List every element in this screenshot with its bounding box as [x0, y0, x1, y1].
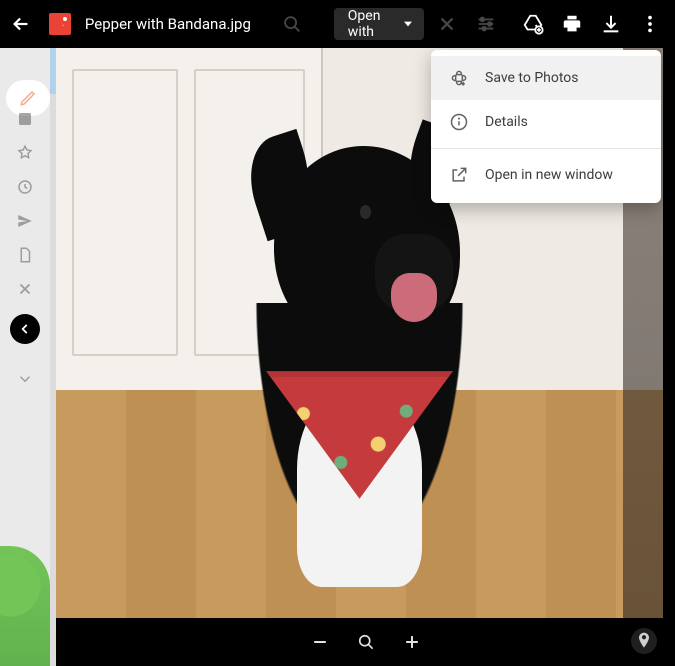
print-icon	[561, 13, 583, 35]
info-icon	[449, 112, 469, 132]
viewer-right-rail	[663, 48, 675, 618]
placeholder-icon	[16, 110, 34, 128]
collapse-sidebar-button	[10, 314, 40, 344]
file-icon	[16, 246, 34, 264]
zoom-out-button[interactable]	[303, 625, 337, 659]
download-icon	[600, 13, 622, 35]
zoom-reset-button[interactable]	[349, 625, 383, 659]
zoom-tool	[277, 5, 308, 43]
magnifier-icon	[281, 13, 303, 35]
immersive-toggle[interactable]	[631, 628, 657, 654]
clock-icon	[16, 178, 34, 196]
menu-divider	[431, 148, 661, 149]
open-with-dropdown[interactable]: Open with	[334, 8, 424, 40]
caret-down-icon	[404, 19, 412, 29]
open-with-label: Open with	[348, 8, 398, 40]
open-in-new-icon	[449, 165, 469, 185]
file-name: Pepper with Bandana.jpg	[85, 15, 251, 33]
magnifier-icon	[356, 632, 376, 652]
menu-open-new-window[interactable]: Open in new window	[431, 153, 661, 197]
menu-details[interactable]: Details	[431, 100, 661, 144]
zoom-bar	[56, 618, 675, 666]
chevron-left-icon	[18, 322, 32, 336]
tune-tool	[470, 5, 501, 43]
photos-add-icon	[449, 68, 469, 88]
more-actions-button[interactable]	[634, 5, 665, 43]
viewer-toolbar: Pepper with Bandana.jpg Open with	[0, 0, 675, 48]
more-vert-icon	[639, 13, 661, 35]
background-hill	[0, 546, 50, 666]
print-button[interactable]	[556, 5, 587, 43]
menu-save-to-photos[interactable]: Save to Photos	[431, 56, 661, 100]
menu-item-label: Open in new window	[485, 167, 613, 183]
back-button[interactable]	[6, 5, 37, 43]
arrow-left-icon	[10, 13, 32, 35]
download-button[interactable]	[595, 5, 626, 43]
pencil-icon	[19, 89, 37, 107]
menu-item-label: Save to Photos	[485, 70, 579, 86]
x-icon	[436, 13, 458, 35]
sliders-icon	[475, 13, 497, 35]
drive-add-icon	[522, 13, 544, 35]
more-actions-menu: Save to Photos Details Open in new windo…	[431, 50, 661, 203]
plus-icon	[402, 632, 422, 652]
x-icon	[16, 280, 34, 298]
send-icon	[16, 212, 34, 230]
chevron-down-icon	[16, 370, 34, 388]
minus-icon	[310, 632, 330, 652]
zoom-in-button[interactable]	[395, 625, 429, 659]
menu-item-label: Details	[485, 114, 528, 130]
image-file-icon	[49, 13, 71, 35]
close-tool	[432, 5, 463, 43]
star-icon	[16, 144, 34, 162]
person-pin-icon	[634, 631, 654, 651]
add-to-drive-button[interactable]	[517, 5, 548, 43]
